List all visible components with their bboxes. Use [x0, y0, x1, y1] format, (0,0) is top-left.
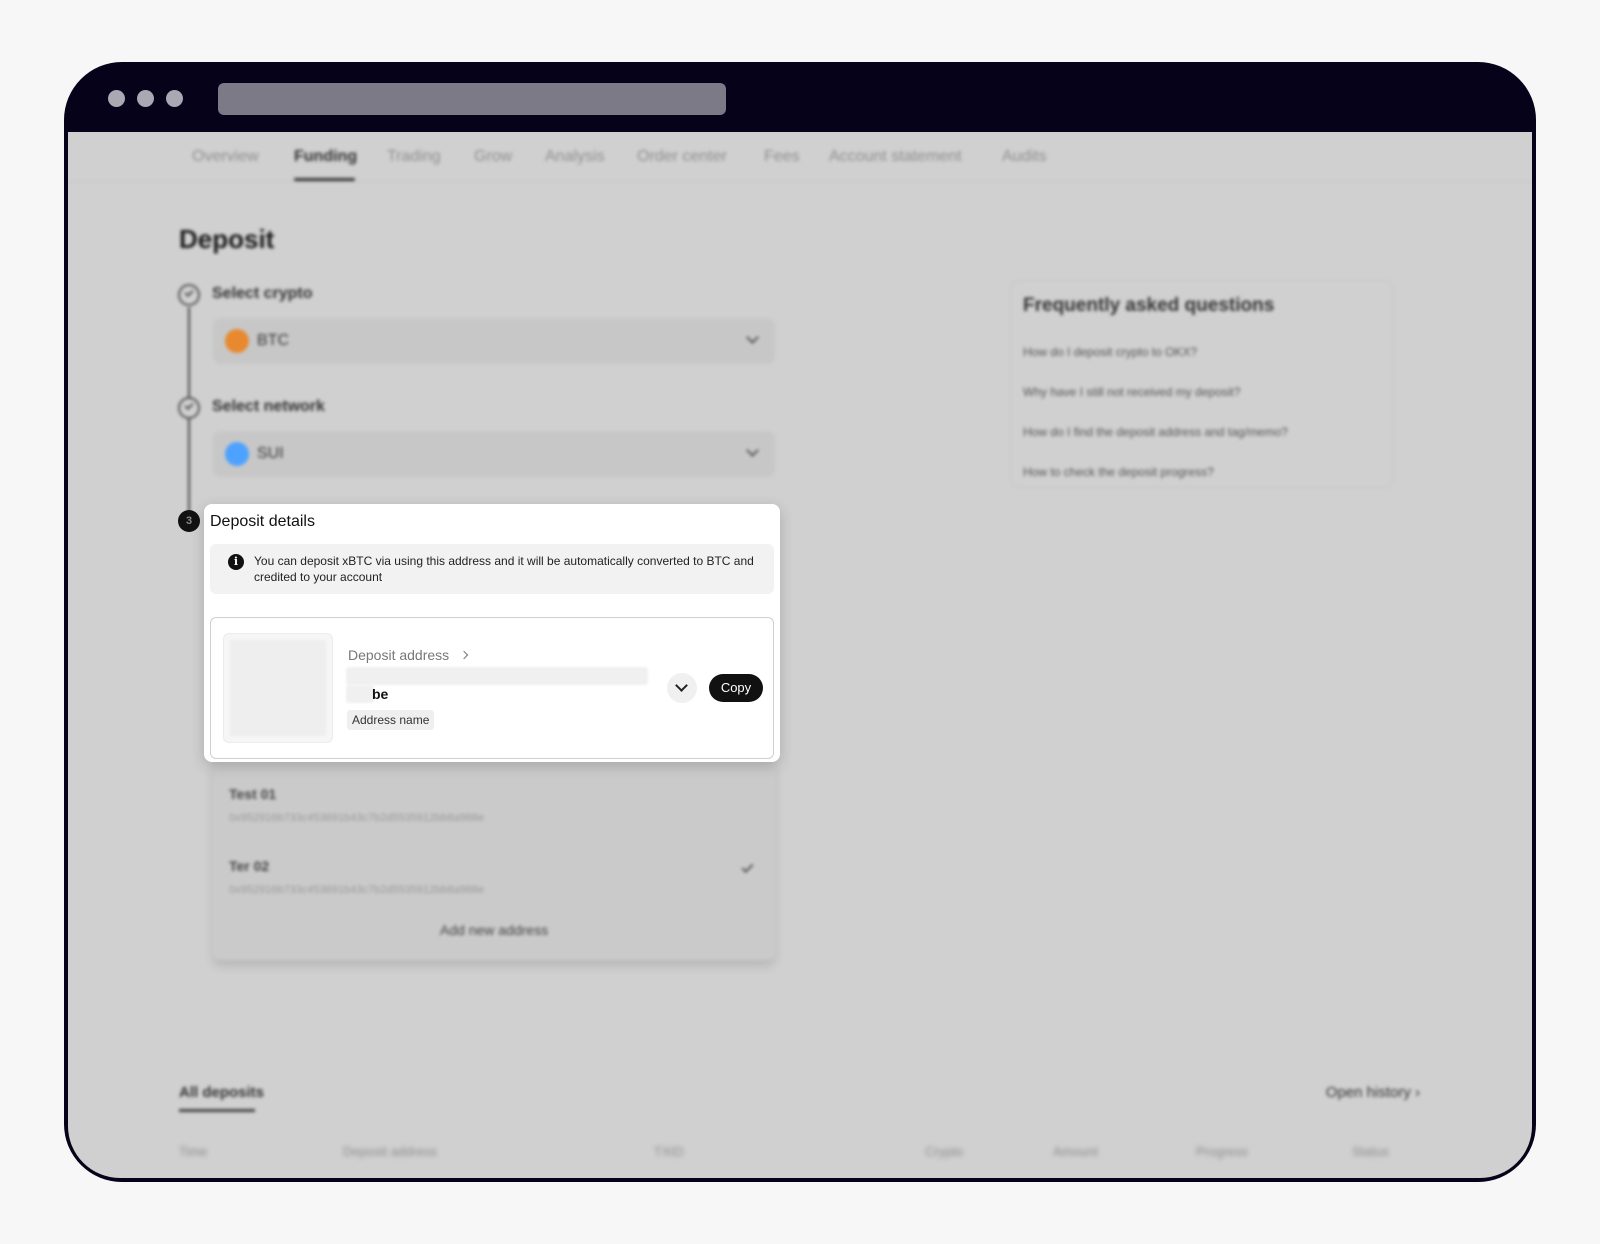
chevron-down-icon: [675, 679, 688, 692]
address-item-value: 0x952916b733c453691b43c7b2d5535912bb8a98…: [229, 812, 485, 824]
address-text-redacted: [346, 667, 648, 685]
column-header: Crypto: [925, 1144, 964, 1159]
tab-all-deposits[interactable]: All deposits: [179, 1084, 264, 1101]
deposit-details-card: Deposit details i You can deposit xBTC v…: [204, 504, 780, 762]
address-text-redacted: [346, 685, 374, 703]
checkmark-icon: [741, 860, 754, 874]
page-title: Deposit: [179, 224, 275, 254]
deposit-address-card: Deposit address be Address name Copy: [210, 617, 774, 759]
step-label-network: Select network: [212, 398, 325, 415]
tab-grow[interactable]: Grow: [474, 148, 512, 166]
tab-funding[interactable]: Funding: [294, 148, 357, 166]
column-header: Progress: [1196, 1144, 1249, 1159]
tab-order-center[interactable]: Order center: [637, 148, 727, 166]
tab-fees[interactable]: Fees: [764, 148, 800, 166]
column-header: TXID: [654, 1144, 684, 1159]
faq-panel: Frequently asked questions How do I depo…: [1010, 280, 1394, 488]
deposit-address-label[interactable]: Deposit address: [348, 647, 449, 663]
chevron-right-icon[interactable]: [459, 650, 469, 660]
address-item-name[interactable]: Ter 02: [229, 858, 269, 874]
add-new-address-button[interactable]: Add new address: [213, 922, 775, 938]
crypto-select-value: BTC: [257, 332, 289, 349]
address-item-value: 0x952916b733c453691b43c7b2d5535912bb8a98…: [229, 884, 485, 896]
column-header: Status: [1352, 1144, 1389, 1159]
chevron-down-icon: [746, 444, 759, 457]
window-minimize-icon[interactable]: [137, 90, 154, 107]
tab-trading[interactable]: Trading: [387, 148, 441, 166]
faq-link[interactable]: Why have I still not received my deposit…: [1023, 385, 1240, 399]
window-maximize-icon[interactable]: [166, 90, 183, 107]
tab-analysis[interactable]: Analysis: [545, 148, 605, 166]
step-number-badge: 3: [178, 510, 200, 532]
page-background: Overview Funding Trading Grow Analysis O…: [0, 0, 1600, 1244]
address-item-name[interactable]: Test 01: [229, 786, 276, 802]
btc-coin-icon: [225, 329, 249, 353]
top-nav: Overview Funding Trading Grow Analysis O…: [68, 132, 1532, 182]
column-header: Deposit address: [343, 1144, 437, 1159]
info-banner: i You can deposit xBTC via using this ad…: [210, 544, 774, 594]
faq-link[interactable]: How do I find the deposit address and ta…: [1023, 425, 1288, 439]
sui-coin-icon: [225, 442, 249, 466]
step-label-crypto: Select crypto: [212, 285, 313, 302]
step-complete-icon: [178, 397, 200, 419]
column-header: Time: [179, 1144, 208, 1159]
address-dropdown-list: Test 01 0x952916b733c453691b43c7b2d55359…: [213, 762, 775, 960]
tab-audits[interactable]: Audits: [1002, 148, 1046, 166]
address-bar[interactable]: [218, 83, 726, 115]
open-history-link[interactable]: Open history ›: [1326, 1084, 1420, 1101]
active-tab-indicator: [179, 1109, 255, 1112]
active-tab-indicator: [294, 178, 355, 181]
tab-account-statement[interactable]: Account statement: [829, 148, 962, 166]
copy-button[interactable]: Copy: [709, 674, 763, 702]
info-icon: i: [228, 554, 244, 570]
faq-link[interactable]: How do I deposit crypto to OKX?: [1023, 345, 1197, 359]
address-name-tag: Address name: [347, 710, 435, 730]
tab-overview[interactable]: Overview: [192, 148, 259, 166]
window-close-icon[interactable]: [108, 90, 125, 107]
deposit-details-title: Deposit details: [210, 513, 315, 530]
network-select-value: SUI: [257, 445, 284, 462]
chevron-down-icon: [746, 331, 759, 344]
address-dropdown-button[interactable]: [667, 673, 697, 703]
open-history-label: Open history: [1325, 1084, 1411, 1101]
network-select[interactable]: SUI: [213, 431, 775, 477]
column-header: Amount: [1053, 1144, 1098, 1159]
faq-link[interactable]: How to check the deposit progress?: [1023, 465, 1214, 479]
info-text: You can deposit xBTC via using this addr…: [254, 554, 754, 584]
deposit-address-value: be: [372, 686, 389, 702]
faq-title: Frequently asked questions: [1023, 295, 1275, 316]
crypto-select[interactable]: BTC: [213, 318, 775, 364]
step-complete-icon: [178, 284, 200, 306]
qr-code: [223, 633, 333, 743]
